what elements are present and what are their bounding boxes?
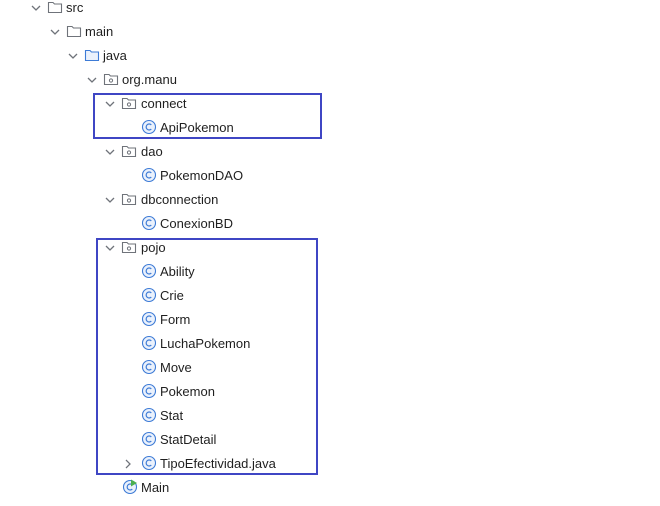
class-icon: [141, 119, 157, 135]
tree-node-label: ApiPokemon: [160, 120, 234, 135]
tree-node-label: pojo: [141, 240, 166, 255]
tree-node-label: ConexionBD: [160, 216, 233, 231]
chevron-down-icon[interactable]: [102, 192, 118, 208]
tree-node-label: connect: [141, 96, 187, 111]
tree-node-dbconnection[interactable]: dbconnection: [0, 188, 660, 212]
tree-node-src[interactable]: src: [0, 0, 660, 20]
chevron-down-icon[interactable]: [65, 48, 81, 64]
chevron-down-icon[interactable]: [28, 0, 44, 16]
tree-node-connect[interactable]: connect: [0, 92, 660, 116]
runnable-class-icon: [122, 479, 138, 495]
project-tree: src main java org.manu connect ApiPokemo…: [0, 0, 660, 506]
chevron-down-icon[interactable]: [102, 240, 118, 256]
tree-node-class[interactable]: Move: [0, 356, 660, 380]
tree-node-label: dbconnection: [141, 192, 219, 207]
tree-node-label: PokemonDAO: [160, 168, 244, 183]
tree-node-class[interactable]: StatDetail: [0, 428, 660, 452]
tree-node-java[interactable]: java: [0, 44, 660, 68]
tree-node-label: Pokemon: [160, 384, 215, 399]
class-icon: [141, 431, 157, 447]
class-icon: [141, 263, 157, 279]
folder-icon: [47, 0, 63, 15]
tree-node-class[interactable]: TipoEfectividad.java: [0, 452, 660, 476]
tree-node-dao[interactable]: dao: [0, 140, 660, 164]
folder-icon: [66, 23, 82, 39]
chevron-down-icon[interactable]: [102, 96, 118, 112]
tree-node-label: Move: [160, 360, 192, 375]
class-icon: [141, 215, 157, 231]
tree-node-label: Crie: [160, 288, 184, 303]
chevron-down-icon[interactable]: [102, 144, 118, 160]
tree-node-org-manu[interactable]: org.manu: [0, 68, 660, 92]
tree-node-pokemon-dao[interactable]: PokemonDAO: [0, 164, 660, 188]
tree-node-label: TipoEfectividad.java: [160, 456, 276, 471]
class-icon: [141, 167, 157, 183]
tree-node-label: org.manu: [122, 72, 177, 87]
tree-node-class[interactable]: Form: [0, 308, 660, 332]
tree-node-label: java: [103, 48, 127, 63]
class-icon: [141, 455, 157, 471]
tree-node-label: Form: [160, 312, 191, 327]
package-icon: [121, 239, 137, 255]
tree-node-label: Ability: [160, 264, 195, 279]
chevron-down-icon[interactable]: [84, 72, 100, 88]
tree-node-label: Stat: [160, 408, 184, 423]
class-icon: [141, 335, 157, 351]
tree-node-class[interactable]: Pokemon: [0, 380, 660, 404]
tree-node-pojo[interactable]: pojo: [0, 236, 660, 260]
package-icon: [121, 95, 137, 111]
class-icon: [141, 359, 157, 375]
tree-node-label: main: [85, 24, 114, 39]
tree-node-main-class[interactable]: Main: [0, 476, 660, 500]
source-folder-icon: [84, 47, 100, 63]
class-icon: [141, 287, 157, 303]
tree-node-label: src: [66, 0, 84, 15]
tree-node-label: LuchaPokemon: [160, 336, 251, 351]
tree-node-class[interactable]: LuchaPokemon: [0, 332, 660, 356]
tree-node-class[interactable]: Stat: [0, 404, 660, 428]
chevron-down-icon[interactable]: [47, 24, 63, 40]
tree-node-api-pokemon[interactable]: ApiPokemon: [0, 116, 660, 140]
class-icon: [141, 383, 157, 399]
tree-node-label: dao: [141, 144, 163, 159]
tree-node-label: Main: [141, 480, 170, 495]
package-icon: [121, 143, 137, 159]
package-icon: [121, 191, 137, 207]
package-icon: [103, 71, 119, 87]
class-icon: [141, 311, 157, 327]
tree-node-class[interactable]: Crie: [0, 284, 660, 308]
tree-node-main[interactable]: main: [0, 20, 660, 44]
class-icon: [141, 407, 157, 423]
tree-node-conexion-bd[interactable]: ConexionBD: [0, 212, 660, 236]
tree-node-class[interactable]: Ability: [0, 260, 660, 284]
tree-node-label: StatDetail: [160, 432, 217, 447]
chevron-right-icon[interactable]: [120, 456, 136, 472]
